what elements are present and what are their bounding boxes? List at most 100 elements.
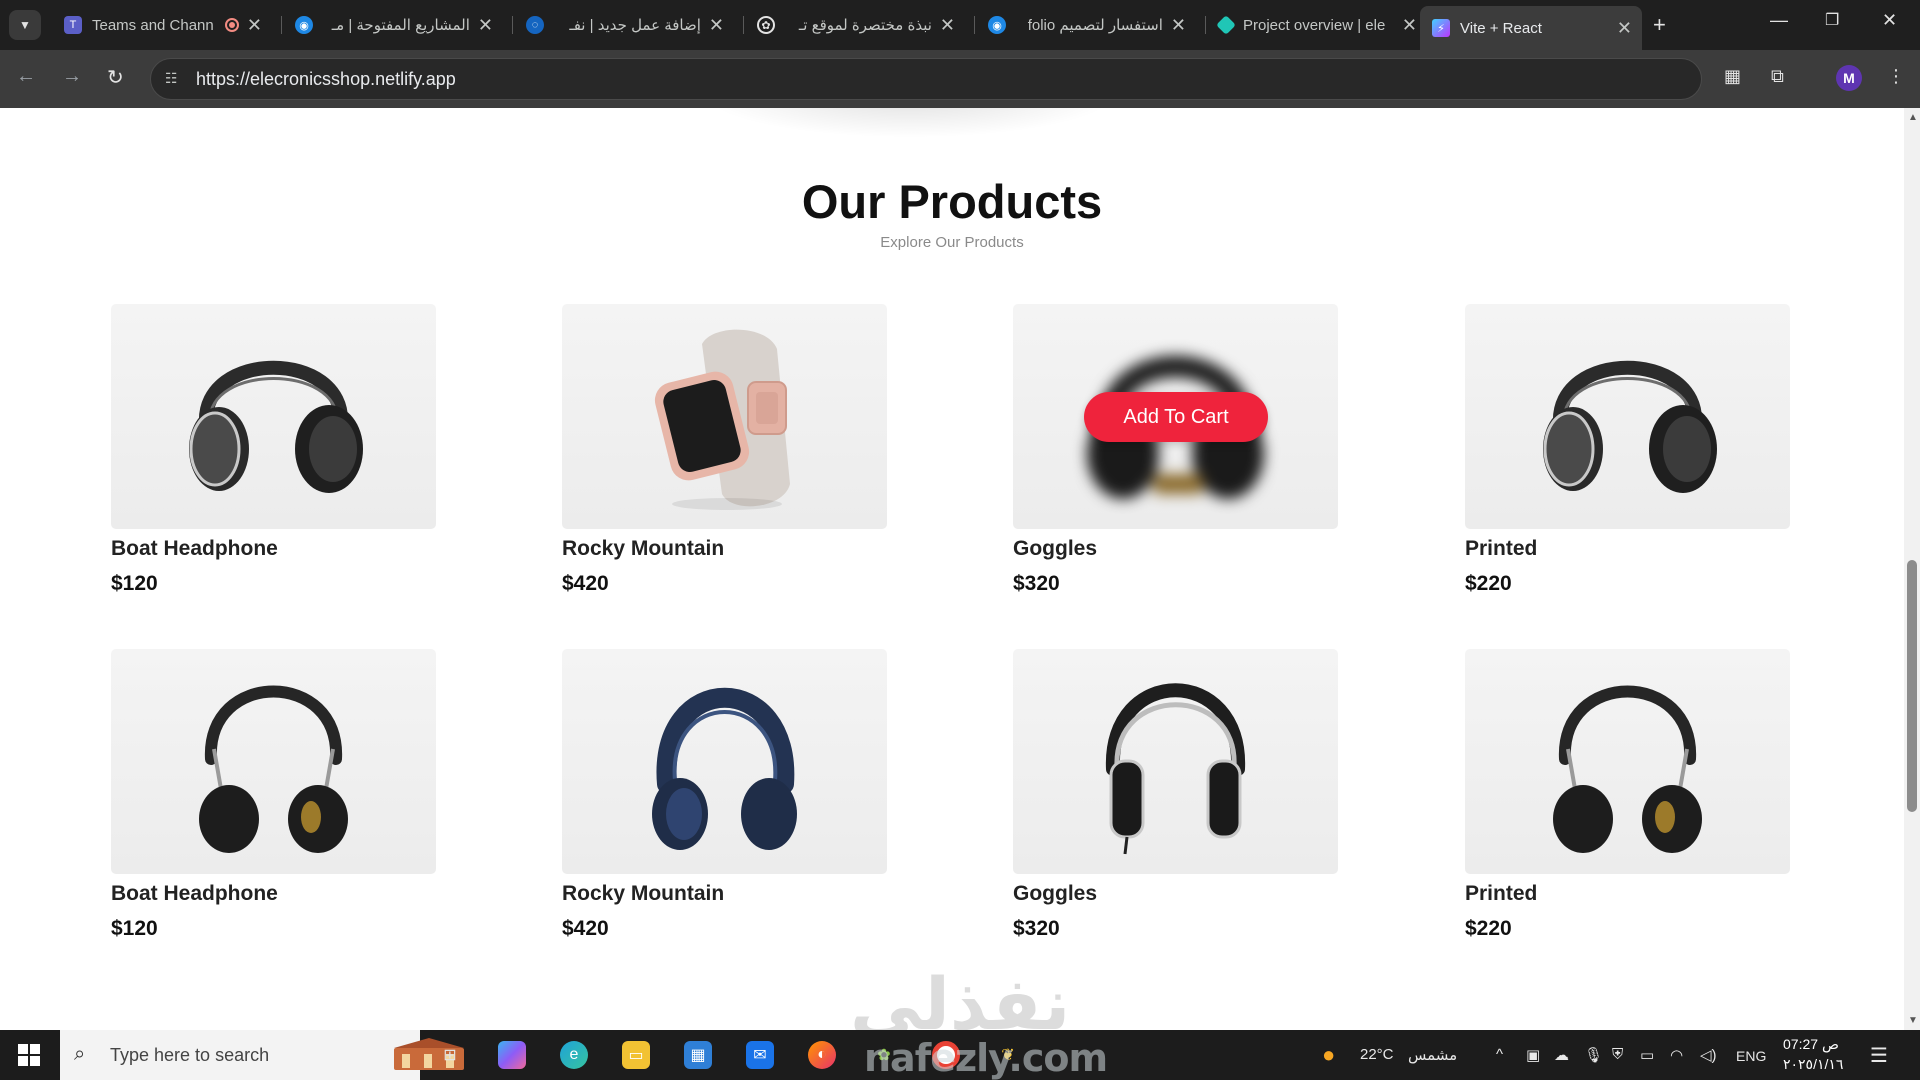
product-card[interactable]: Printed $220 — [1465, 304, 1795, 596]
scrollbar-thumb[interactable] — [1907, 560, 1917, 812]
weather-sun-icon[interactable]: ● — [1322, 1042, 1335, 1068]
clock-date[interactable]: ٢٠٢٥/١/١٦ — [1783, 1056, 1843, 1073]
security-icon[interactable]: ⛨ — [1612, 1046, 1623, 1063]
product-card[interactable]: Boat Headphone $120 — [111, 649, 441, 941]
close-window-icon[interactable]: ✕ — [1882, 10, 1897, 31]
product-image[interactable] — [562, 649, 887, 874]
close-icon[interactable]: ✕ — [1617, 18, 1632, 39]
notifications-icon[interactable]: ☰ — [1870, 1043, 1888, 1068]
tab-vite-react[interactable]: ⚡ Vite + React ✕ — [1420, 6, 1642, 50]
edge-icon[interactable]: e — [560, 1041, 588, 1069]
product-name: Printed — [1465, 537, 1538, 560]
product-price: $220 — [1465, 572, 1512, 595]
product-image[interactable] — [562, 304, 887, 529]
tab-chatgpt[interactable]: ✿ نبذة مختصرة لموقع تـ ✕ — [745, 9, 965, 41]
microphone-icon[interactable]: 🎙 — [1584, 1046, 1603, 1064]
tab-folio-inquiry[interactable]: ◉ استفسار لتصميم folio ✕ — [976, 9, 1196, 41]
product-card[interactable]: Goggles $320 — [1013, 649, 1343, 941]
profile-avatar[interactable]: M — [1836, 65, 1862, 91]
headphone-image — [1105, 683, 1246, 855]
tab-strip: ▼ T Teams and Chann ✕ ◉ المشاريع المفتوح… — [0, 0, 1920, 50]
chevron-down-icon: ▼ — [19, 18, 31, 32]
close-icon[interactable]: ✕ — [940, 15, 955, 36]
product-name: Printed — [1465, 882, 1538, 905]
language-indicator[interactable]: ENG — [1736, 1048, 1766, 1064]
task-view-icon[interactable]: ⊞ — [436, 1041, 464, 1069]
wifi-icon[interactable]: ◠ — [1670, 1046, 1683, 1064]
clock-time[interactable]: 07:27 ص — [1783, 1036, 1839, 1053]
reload-icon[interactable]: ↻ — [107, 65, 124, 90]
scroll-up-arrow-icon[interactable]: ▲ — [1908, 112, 1918, 123]
product-image[interactable] — [111, 649, 436, 874]
products-heading: Our Products — [801, 175, 1103, 228]
firefox-icon[interactable]: ◐ — [808, 1041, 836, 1069]
more-menu-icon[interactable]: ⋮ — [1887, 66, 1905, 87]
add-to-cart-button[interactable]: Add To Cart — [1084, 392, 1268, 442]
product-name: Boat Headphone — [111, 882, 278, 905]
battery-icon[interactable]: ▭ — [1640, 1046, 1654, 1064]
forward-arrow-icon[interactable]: → — [62, 65, 82, 88]
tab-separator — [512, 16, 513, 34]
outlook-icon[interactable]: ✉ — [746, 1041, 774, 1069]
tab-label: Vite + React — [1460, 19, 1542, 37]
volume-icon[interactable]: ◁) — [1700, 1046, 1717, 1064]
teams-icon: T — [64, 16, 82, 34]
back-arrow-icon[interactable]: ← — [16, 65, 36, 88]
restore-icon[interactable]: ❐ — [1825, 10, 1839, 30]
product-image[interactable] — [1465, 304, 1790, 529]
product-card[interactable]: Boat Headphone $120 — [111, 304, 441, 596]
tab-search-button[interactable]: ▼ — [9, 10, 41, 40]
tab-project-overview[interactable]: Project overview | ele ✕ — [1207, 9, 1427, 41]
windows-start-icon[interactable] — [18, 1044, 40, 1066]
url-text: https://elecronicsshop.netlify.app — [196, 69, 456, 89]
headphone-image — [1543, 360, 1717, 493]
chatgpt-icon: ✿ — [757, 16, 775, 34]
tab-label: المشاريع المفتوحة | مـ — [331, 17, 470, 34]
puzzle-extensions-icon[interactable]: ⧉ — [1771, 66, 1784, 87]
product-price: $320 — [1013, 917, 1060, 940]
product-name: Boat Headphone — [111, 537, 278, 560]
product-card-hovered[interactable]: Add To Cart Goggles $320 — [1013, 304, 1343, 596]
products-subheading: Explore Our Products — [880, 234, 1024, 251]
show-hidden-icons-icon[interactable]: ^ — [1496, 1046, 1503, 1063]
tab-separator — [1205, 16, 1206, 34]
scroll-down-arrow-icon[interactable]: ▼ — [1908, 1015, 1918, 1026]
close-icon[interactable]: ✕ — [478, 15, 493, 36]
product-card[interactable]: Rocky Mountain $420 — [562, 649, 892, 941]
copilot-icon[interactable] — [498, 1041, 526, 1069]
nafezly-watermark: نفذلي — [850, 962, 1071, 1030]
meet-now-icon[interactable]: ▣ — [1526, 1046, 1540, 1064]
product-image[interactable] — [111, 304, 436, 529]
taskbar-search[interactable]: ⌕ Type here to search — [60, 1030, 464, 1080]
file-explorer-icon[interactable]: ▭ — [622, 1041, 650, 1069]
product-name: Rocky Mountain — [562, 882, 725, 905]
tab-label: نبذة مختصرة لموقع تـ — [798, 17, 932, 34]
microsoft-store-icon[interactable]: ▦ — [684, 1041, 712, 1069]
extension-icon[interactable]: ▦ — [1724, 66, 1741, 87]
recording-icon — [224, 18, 239, 32]
minimize-icon[interactable]: — — [1770, 10, 1788, 31]
page-scrollbar[interactable]: ▲ ▼ — [1904, 108, 1920, 1030]
nafezly-watermark-text: nafezly.com — [864, 1036, 1108, 1080]
product-name: Rocky Mountain — [562, 537, 725, 560]
tab-label: إضافة عمل جديد | نفـ — [569, 17, 701, 34]
product-name: Goggles — [1013, 537, 1098, 560]
close-icon[interactable]: ✕ — [1171, 15, 1186, 36]
product-card[interactable]: Rocky Mountain $420 — [562, 304, 892, 596]
close-icon[interactable]: ✕ — [709, 15, 724, 36]
product-image[interactable] — [1465, 649, 1790, 874]
product-card[interactable]: Printed $220 — [1465, 649, 1795, 941]
product-image[interactable] — [1013, 649, 1338, 874]
tab-label: Project overview | ele — [1243, 16, 1386, 34]
onedrive-icon[interactable]: ☁ — [1554, 1046, 1569, 1064]
search-placeholder: Type here to search — [110, 1045, 270, 1065]
tab-open-projects[interactable]: ◉ المشاريع المفتوحة | مـ ✕ — [283, 9, 503, 41]
close-icon[interactable]: ✕ — [247, 15, 262, 36]
new-tab-plus-icon[interactable]: + — [1653, 12, 1666, 38]
address-bar[interactable]: ☷ https://elecronicsshop.netlify.app — [150, 58, 1702, 100]
product-image[interactable]: Add To Cart — [1013, 304, 1338, 529]
close-icon[interactable]: ✕ — [1402, 15, 1417, 36]
tab-add-work[interactable]: ◌ إضافة عمل جديد | نفـ ✕ — [514, 9, 734, 41]
site-settings-icon[interactable]: ☷ — [165, 70, 183, 88]
tab-teams[interactable]: T Teams and Chann ✕ — [52, 9, 272, 41]
